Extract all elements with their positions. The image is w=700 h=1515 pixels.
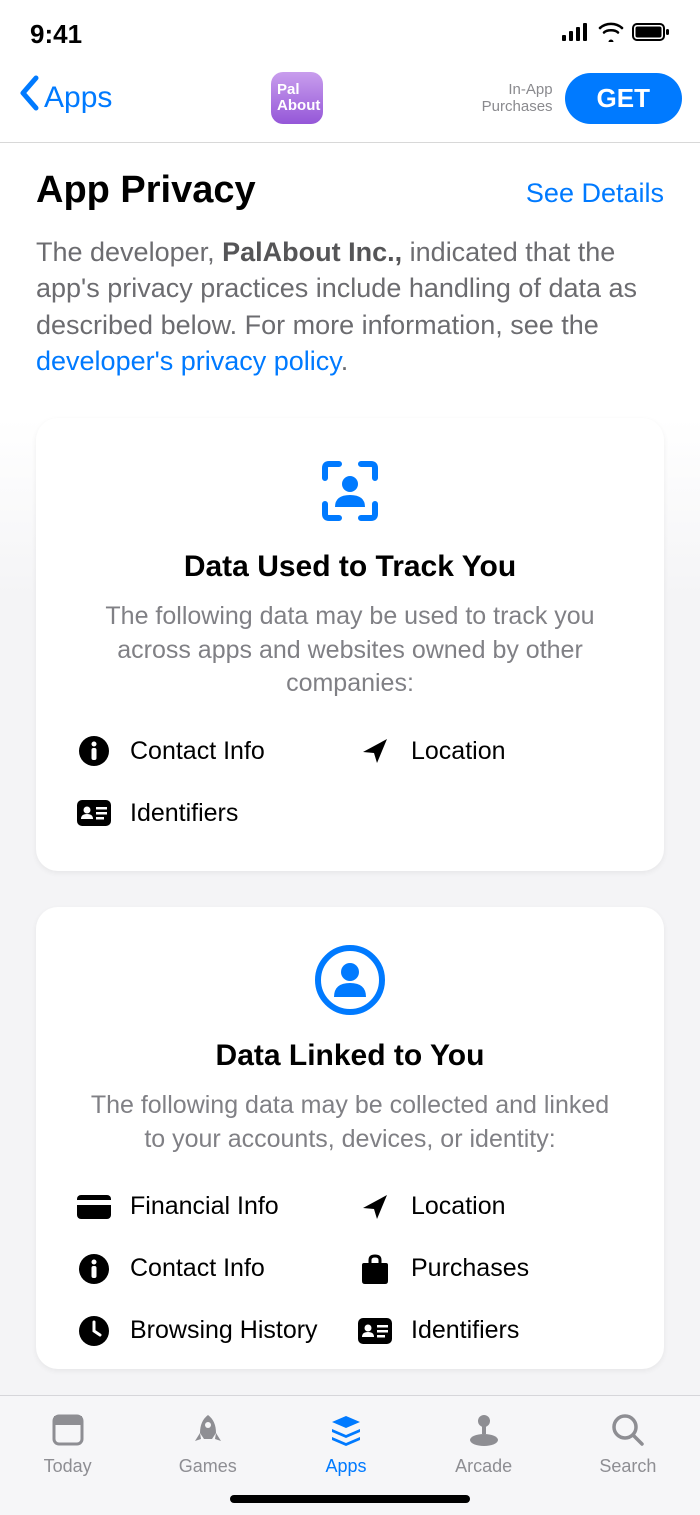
tab-bar: Today Games Apps Arcade Search — [0, 1395, 700, 1515]
status-icons — [562, 22, 670, 47]
tab-search[interactable]: Search — [599, 1408, 656, 1515]
nav-bar: Apps Pal About In-App Purchases GET — [0, 60, 700, 143]
location-icon — [357, 733, 393, 769]
privacy-header: App Privacy See Details — [36, 169, 664, 212]
apps-icon — [324, 1408, 368, 1452]
tab-label: Apps — [325, 1456, 366, 1477]
track-data-grid: Contact Info Location Identifiers — [76, 733, 624, 831]
bag-icon — [357, 1251, 393, 1287]
page-title: App Privacy — [36, 169, 256, 212]
data-label: Purchases — [411, 1254, 529, 1283]
developer-name: PalAbout Inc., — [222, 237, 402, 267]
cellular-icon — [562, 23, 590, 46]
search-icon — [606, 1408, 650, 1452]
data-label: Location — [411, 737, 506, 766]
data-label: Location — [411, 1192, 506, 1221]
content: App Privacy See Details The developer, P… — [0, 143, 700, 380]
tab-games[interactable]: Games — [179, 1408, 237, 1515]
track-identifiers-item: Identifiers — [76, 795, 343, 831]
linked-contact-item: Contact Info — [76, 1251, 343, 1287]
rocket-icon — [186, 1408, 230, 1452]
status-bar: 9:41 — [0, 0, 700, 60]
tab-label: Games — [179, 1456, 237, 1477]
data-label: Browsing History — [130, 1316, 318, 1345]
home-indicator[interactable] — [230, 1495, 470, 1503]
linked-financial-item: Financial Info — [76, 1189, 343, 1225]
clock-icon — [76, 1313, 112, 1349]
nav-right: In-App Purchases GET — [482, 73, 682, 124]
data-label: Identifiers — [130, 799, 238, 828]
wifi-icon — [598, 22, 624, 47]
data-label: Contact Info — [130, 1254, 265, 1283]
tab-today[interactable]: Today — [44, 1408, 92, 1515]
badge-icon — [357, 1313, 393, 1349]
info-icon — [76, 733, 112, 769]
arcade-icon — [462, 1408, 506, 1452]
chevron-left-icon — [18, 74, 40, 122]
linked-card: Data Linked to You The following data ma… — [36, 907, 664, 1369]
tab-label: Search — [599, 1456, 656, 1477]
info-icon — [76, 1251, 112, 1287]
battery-icon — [632, 23, 670, 46]
tab-label: Today — [44, 1456, 92, 1477]
see-details-link[interactable]: See Details — [526, 178, 664, 209]
get-button[interactable]: GET — [565, 73, 682, 124]
track-desc: The following data may be used to track … — [76, 600, 624, 701]
linked-purchases-item: Purchases — [357, 1251, 624, 1287]
tab-label: Arcade — [455, 1456, 512, 1477]
linked-data-grid: Financial Info Location Contact Info Pur… — [76, 1189, 624, 1349]
linked-identifiers-item: Identifiers — [357, 1313, 624, 1349]
linked-desc: The following data may be collected and … — [76, 1089, 624, 1157]
linked-browsing-item: Browsing History — [76, 1313, 343, 1349]
linked-location-item: Location — [357, 1189, 624, 1225]
back-button[interactable]: Apps — [18, 74, 112, 122]
iap-label: In-App Purchases — [482, 81, 553, 116]
privacy-description: The developer, PalAbout Inc., indicated … — [36, 234, 664, 380]
track-card: Data Used to Track You The following dat… — [36, 418, 664, 871]
track-icon — [76, 454, 624, 528]
card-area: Data Used to Track You The following dat… — [0, 418, 700, 1425]
location-icon — [357, 1189, 393, 1225]
track-contact-item: Contact Info — [76, 733, 343, 769]
data-label: Identifiers — [411, 1316, 519, 1345]
nav-app-icon[interactable]: Pal About — [271, 72, 323, 124]
back-label: Apps — [44, 81, 112, 115]
privacy-policy-link[interactable]: developer's privacy policy — [36, 346, 341, 376]
data-label: Contact Info — [130, 737, 265, 766]
linked-icon — [76, 943, 624, 1017]
badge-icon — [76, 795, 112, 831]
linked-title: Data Linked to You — [76, 1039, 624, 1073]
data-label: Financial Info — [130, 1192, 279, 1221]
app-icon: Pal About — [271, 72, 323, 124]
track-title: Data Used to Track You — [76, 550, 624, 584]
credit-card-icon — [76, 1189, 112, 1225]
track-location-item: Location — [357, 733, 624, 769]
today-icon — [46, 1408, 90, 1452]
status-time: 9:41 — [30, 19, 82, 50]
